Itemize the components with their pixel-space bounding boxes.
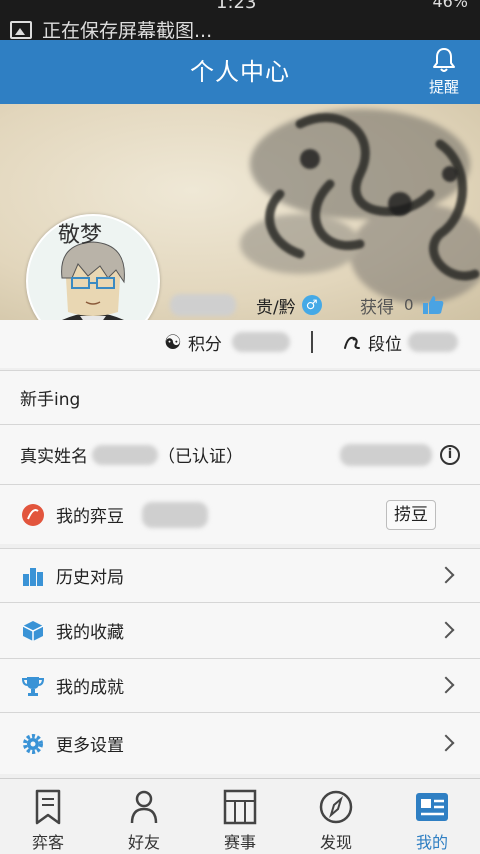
tab-label: 好友: [127, 833, 160, 852]
gain-label: 获得: [360, 297, 394, 318]
bio-text: 新手ing: [20, 390, 81, 410]
rank-value-hidden: [408, 332, 458, 352]
tab-label: 发现: [319, 833, 352, 852]
settings-row[interactable]: 更多设置: [0, 712, 480, 774]
tab-label: 我的: [415, 833, 448, 852]
tab-friends[interactable]: 好友: [96, 779, 192, 854]
id-number-hidden: [340, 443, 432, 466]
info-icon[interactable]: i: [440, 444, 460, 465]
tab-label: 赛事: [223, 833, 256, 852]
bio-row[interactable]: 新手ing: [0, 370, 480, 424]
beans-row[interactable]: 我的弈豆 捞豆: [0, 484, 480, 544]
location-text: 贵/黔: [256, 297, 296, 318]
status-bar: 1:23 46% 正在保存屏幕截图...: [0, 0, 480, 40]
realname-label: 真实姓名: [20, 447, 88, 467]
chevron-right-icon: [437, 621, 455, 638]
rank-stat[interactable]: 段位: [342, 320, 458, 364]
thumbs-up-icon[interactable]: [422, 295, 444, 315]
yin-yang-icon: ☯: [164, 330, 182, 354]
realname-status: （已认证）: [158, 447, 243, 467]
bell-icon: [433, 48, 455, 72]
beans-label: 我的弈豆: [56, 507, 124, 527]
battery-level: 46%: [432, 0, 468, 11]
chevron-right-icon: [437, 566, 455, 583]
tab-yike[interactable]: 弈客: [0, 779, 96, 854]
bottom-tab-bar: 弈客 好友 赛事 发现 我的: [0, 778, 480, 854]
settings-label: 更多设置: [56, 736, 124, 756]
favorites-row[interactable]: 我的收藏: [0, 602, 480, 658]
compass-icon: [319, 790, 353, 824]
screenshot-notification: 正在保存屏幕截图...: [10, 16, 212, 40]
beans-value-hidden: [142, 501, 208, 528]
achievements-label: 我的成就: [56, 678, 124, 698]
realname-row[interactable]: 真实姓名 （已认证） i: [0, 424, 480, 484]
person-icon: [130, 790, 158, 824]
points-stat[interactable]: ☯ 积分: [164, 320, 290, 364]
status-time: 1:23: [216, 0, 257, 13]
history-label: 历史对局: [56, 568, 124, 588]
username-area: [170, 292, 236, 318]
id-card-icon: [416, 793, 448, 821]
location-area: 贵/黔 ♂: [256, 292, 322, 318]
dragon-icon: [344, 336, 360, 349]
favorites-label: 我的收藏: [56, 623, 124, 643]
stats-divider: [311, 331, 313, 353]
points-value-hidden: [231, 332, 290, 352]
collect-beans-button[interactable]: 捞豆: [386, 499, 436, 530]
gain-area: 获得 0: [360, 292, 444, 318]
points-label: 积分: [187, 334, 222, 355]
image-icon: [10, 20, 32, 39]
realname-hidden: [92, 444, 158, 465]
male-icon: ♂: [301, 295, 322, 315]
remind-button[interactable]: 提醒: [416, 46, 472, 97]
tab-mine[interactable]: 我的: [384, 779, 480, 854]
tab-discover[interactable]: 发现: [288, 779, 384, 854]
trophy-icon: [20, 673, 46, 699]
board-icon: [223, 789, 257, 825]
username-hidden: [170, 294, 236, 316]
tab-events[interactable]: 赛事: [192, 779, 288, 854]
bookmark-icon: [35, 789, 61, 825]
tab-label: 弈客: [31, 833, 64, 852]
bean-icon: [20, 502, 46, 528]
rank-label: 段位: [368, 334, 402, 355]
cube-icon: [20, 618, 46, 644]
chevron-right-icon: [437, 676, 455, 693]
gear-icon: [20, 731, 46, 757]
chevron-right-icon: [437, 734, 455, 751]
city-icon: [20, 563, 46, 589]
history-row[interactable]: 历史对局: [0, 548, 480, 602]
remind-label: 提醒: [428, 78, 459, 96]
notification-text: 正在保存屏幕截图...: [42, 20, 213, 40]
gain-count: 0: [404, 296, 414, 314]
page-title: 个人中心: [190, 58, 290, 86]
avatar-signature: 敬梦: [58, 223, 102, 248]
achievements-row[interactable]: 我的成就: [0, 658, 480, 712]
app-header: 个人中心 提醒: [0, 40, 480, 104]
stats-bar: ☯ 积分 段位: [0, 320, 480, 368]
